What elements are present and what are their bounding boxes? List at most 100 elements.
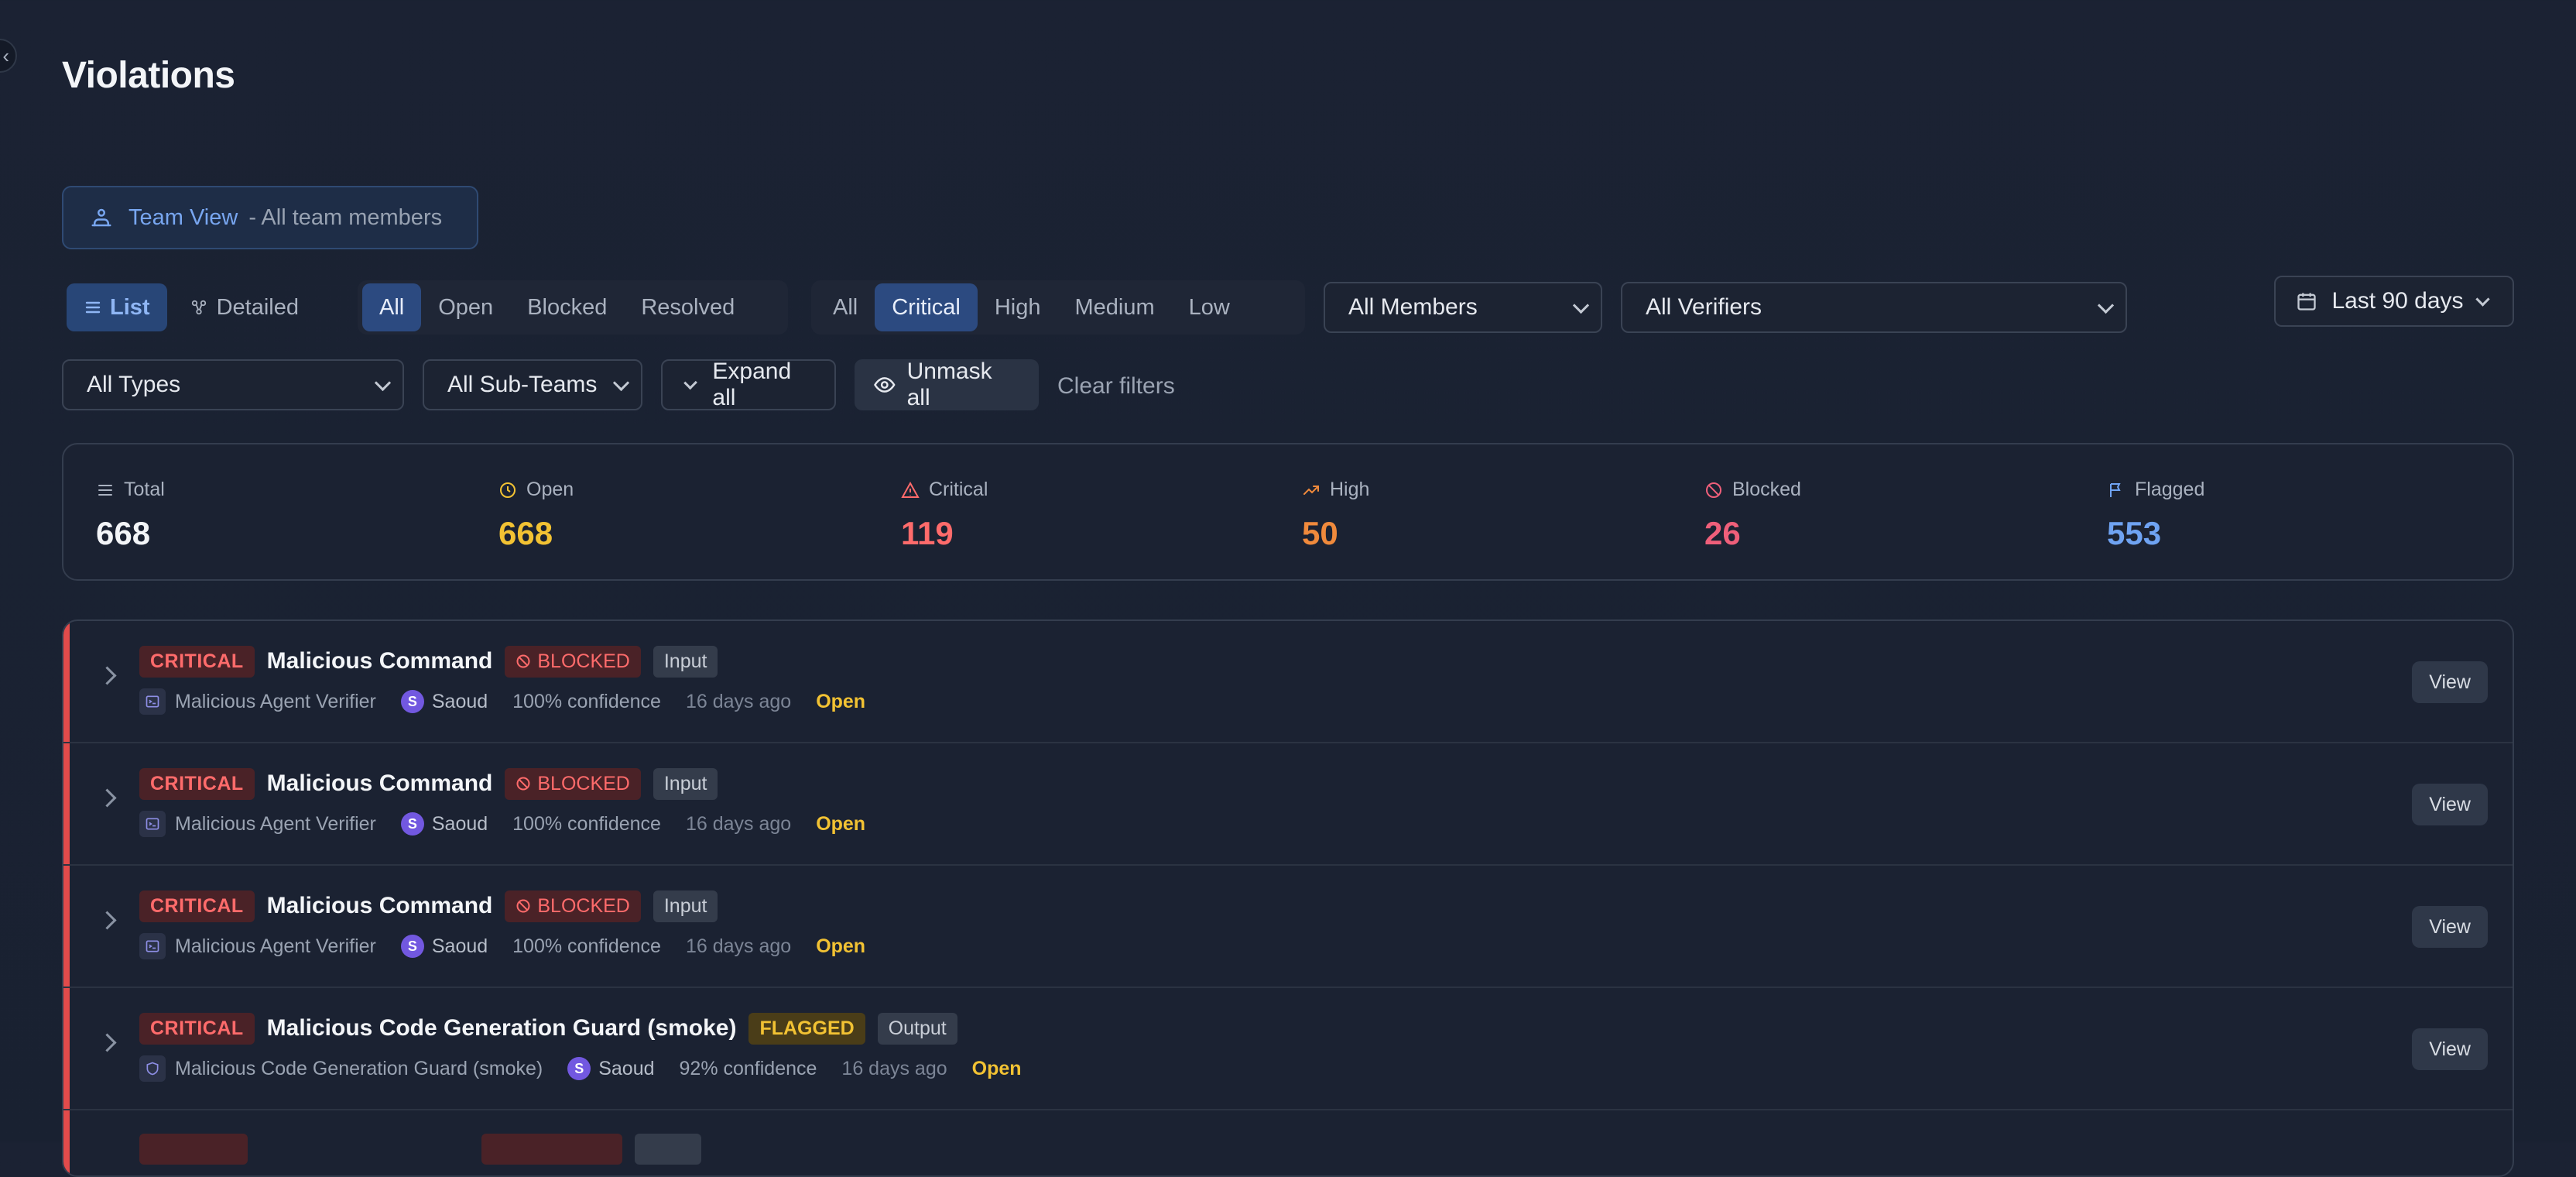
- page-title: Violations: [62, 55, 235, 96]
- ban-icon: [516, 654, 530, 668]
- chevron-right-icon[interactable]: [98, 911, 117, 930]
- stat-flagged: Flagged 553: [2107, 479, 2204, 552]
- terminal-icon: [139, 688, 166, 715]
- calendar-icon: [2297, 293, 2316, 311]
- status-filter-all[interactable]: All: [362, 283, 422, 331]
- unmask-all-button[interactable]: Unmask all: [855, 359, 1039, 410]
- status-filter-resolved[interactable]: Resolved: [624, 283, 752, 331]
- date-range-button[interactable]: Last 90 days: [2274, 276, 2514, 327]
- stat-critical-label: Critical: [929, 479, 988, 500]
- clear-filters-link[interactable]: Clear filters: [1057, 373, 1175, 400]
- members-select-value: All Members: [1348, 294, 1478, 320]
- stat-open: Open 668: [498, 479, 574, 552]
- verifiers-select[interactable]: All Verifiers: [1621, 282, 2127, 333]
- timestamp: 16 days ago: [841, 1057, 947, 1079]
- severity-accent-bar: [63, 743, 70, 864]
- stat-high-label: High: [1330, 479, 1370, 500]
- severity-badge: CRITICAL: [139, 645, 255, 678]
- status-filter-open[interactable]: Open: [421, 283, 510, 331]
- view-mode-list[interactable]: List: [67, 283, 167, 331]
- violations-list: CRITICAL Malicious Command BLOCKED Input…: [62, 619, 2514, 1177]
- violation-title: Malicious Command: [266, 648, 493, 674]
- team-view-sub: - All team members: [248, 204, 443, 230]
- team-view-label: Team View: [128, 204, 238, 230]
- expand-all-button[interactable]: Expand all: [661, 359, 836, 410]
- violation-row[interactable]: [63, 1110, 2513, 1175]
- io-badge: Input: [653, 767, 718, 800]
- action-badge-label: BLOCKED: [537, 772, 630, 794]
- view-mode-toggle: List Detailed: [62, 280, 334, 335]
- stat-flagged-value: 553: [2107, 515, 2162, 551]
- types-select[interactable]: All Types: [62, 359, 404, 410]
- status-filter: All Open Blocked Resolved: [358, 280, 788, 335]
- trending-up-icon: [1303, 485, 1319, 495]
- team-icon: [91, 208, 111, 227]
- stat-total: Total 668: [96, 479, 165, 552]
- action-badge: FLAGGED: [748, 1012, 865, 1045]
- view-button[interactable]: View: [2412, 906, 2488, 948]
- list-icon: [98, 484, 112, 496]
- ban-icon: [1706, 482, 1721, 498]
- severity-badge: CRITICAL: [139, 767, 255, 800]
- stat-critical-value: 119: [901, 515, 954, 551]
- chevron-right-icon[interactable]: [98, 788, 117, 808]
- severity-filter-low[interactable]: Low: [1172, 283, 1247, 331]
- chevron-right-icon[interactable]: [98, 1033, 117, 1052]
- violation-title: Malicious Command: [266, 893, 493, 918]
- status-text: Open: [971, 1057, 1022, 1079]
- violation-row[interactable]: CRITICAL Malicious Command BLOCKED Input…: [63, 866, 2513, 988]
- timestamp: 16 days ago: [685, 690, 792, 712]
- action-badge-label: BLOCKED: [537, 894, 630, 917]
- sidebar-collapse-button[interactable]: ‹: [0, 39, 17, 73]
- severity-badge: CRITICAL: [139, 890, 255, 922]
- severity-accent-bar: [63, 988, 70, 1109]
- confidence: 100% confidence: [512, 812, 661, 835]
- severity-filter-critical[interactable]: Critical: [875, 283, 978, 331]
- severity-filter-high[interactable]: High: [978, 283, 1058, 331]
- chevron-down-icon: [2475, 291, 2490, 307]
- status-filter-blocked[interactable]: Blocked: [510, 283, 624, 331]
- stat-blocked-label: Blocked: [1732, 479, 1801, 500]
- view-button[interactable]: View: [2412, 784, 2488, 825]
- violation-row[interactable]: CRITICAL Malicious Command BLOCKED Input…: [63, 621, 2513, 743]
- timestamp: 16 days ago: [685, 812, 792, 835]
- verifiers-select-value: All Verifiers: [1646, 294, 1762, 320]
- status-text: Open: [816, 935, 866, 957]
- avatar: S: [567, 1057, 591, 1080]
- verifier-name: Malicious Agent Verifier: [175, 935, 376, 957]
- ban-icon: [516, 777, 530, 791]
- action-badge-label: BLOCKED: [537, 650, 630, 672]
- avatar: S: [400, 690, 424, 713]
- chevron-down-icon: [374, 374, 392, 391]
- timestamp: 16 days ago: [685, 935, 792, 957]
- members-select[interactable]: All Members: [1324, 282, 1602, 333]
- severity-filter-all[interactable]: All: [816, 283, 875, 331]
- shield-icon: [139, 1055, 166, 1082]
- chevron-down-icon: [1572, 297, 1590, 314]
- severity-filter-medium[interactable]: Medium: [1058, 283, 1172, 331]
- io-badge: Input: [653, 645, 718, 678]
- violation-row[interactable]: CRITICAL Malicious Command BLOCKED Input…: [63, 743, 2513, 866]
- avatar: S: [400, 812, 424, 836]
- subteams-select[interactable]: All Sub-Teams: [423, 359, 642, 410]
- violation-row[interactable]: CRITICAL Malicious Code Generation Guard…: [63, 988, 2513, 1110]
- confidence: 92% confidence: [679, 1057, 817, 1079]
- chevron-down-icon: [2097, 297, 2115, 314]
- io-badge: [635, 1134, 701, 1165]
- confidence: 100% confidence: [512, 935, 661, 957]
- chevron-down-icon: [683, 376, 698, 389]
- subteams-select-value: All Sub-Teams: [447, 372, 598, 397]
- view-button[interactable]: View: [2412, 661, 2488, 703]
- verifier-name: Malicious Code Generation Guard (smoke): [175, 1057, 543, 1079]
- view-mode-detailed[interactable]: Detailed: [173, 283, 316, 331]
- user-name: Saoud: [431, 935, 488, 957]
- severity-accent-bar: [63, 866, 70, 987]
- terminal-icon: [139, 811, 166, 837]
- stat-critical: Critical 119: [901, 479, 988, 552]
- severity-filter: All Critical High Medium Low: [811, 280, 1305, 335]
- chevron-right-icon[interactable]: [98, 666, 117, 685]
- team-view-selector[interactable]: Team View - All team members: [62, 186, 478, 249]
- user-name: Saoud: [431, 812, 488, 835]
- view-button[interactable]: View: [2412, 1028, 2488, 1070]
- user-name: Saoud: [431, 690, 488, 712]
